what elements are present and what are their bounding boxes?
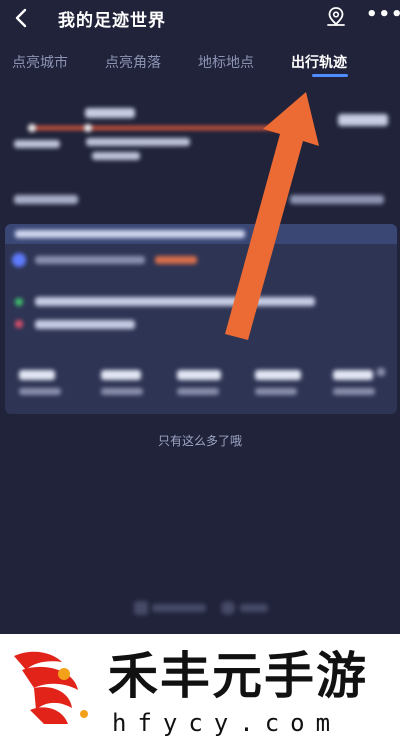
page-title: 我的足迹世界 — [58, 11, 166, 31]
end-of-list-note: 只有这么多了哦 — [157, 434, 242, 448]
app-screen: 我的足迹世界 ••• 点亮城市 点亮角落 地标地点 出行轨迹 只有这么多了哦 — [0, 0, 400, 634]
back-chevron-icon[interactable] — [10, 6, 34, 30]
brand-logo-icon — [14, 651, 88, 724]
tab-travel-tracks[interactable]: 出行轨迹 — [291, 52, 347, 72]
active-tab-indicator — [312, 74, 348, 77]
tab-lit-cities[interactable]: 点亮城市 — [12, 52, 68, 72]
section-date-row — [0, 190, 400, 210]
location-pin-icon[interactable] — [325, 6, 347, 28]
top-bar: 我的足迹世界 ••• — [0, 0, 400, 40]
tab-landmarks[interactable]: 地标地点 — [198, 52, 254, 72]
trip-card-content — [5, 224, 397, 414]
route-summary — [0, 98, 400, 188]
watermark-brand-text: 禾丰元手游 — [108, 647, 368, 705]
watermark-url: hfycy.com — [112, 709, 342, 737]
watermark-footer: 禾丰元手游 hfycy.com — [0, 634, 400, 744]
tab-lit-corners[interactable]: 点亮角落 — [105, 52, 161, 72]
more-options-button[interactable]: ••• — [366, 4, 400, 25]
trip-card[interactable] — [5, 224, 397, 414]
bottom-actions — [0, 598, 400, 620]
